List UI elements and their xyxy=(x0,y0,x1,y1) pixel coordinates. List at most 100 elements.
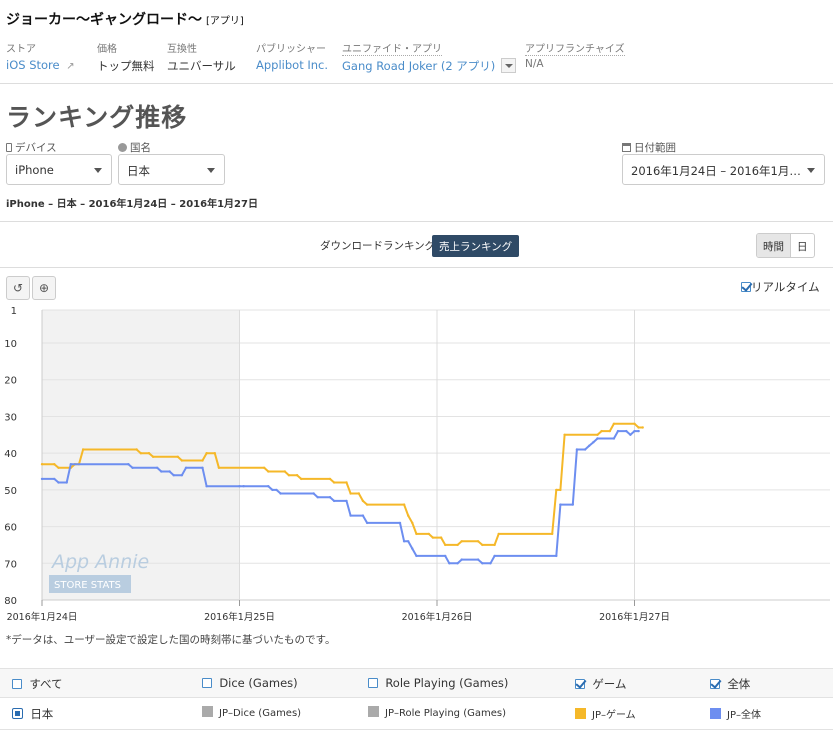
unified-app-name[interactable]: Gang Road Joker (2 アプリ) xyxy=(342,59,495,73)
y-tick-label: 1 xyxy=(11,306,17,317)
meta-price-value: トップ無料 xyxy=(97,59,155,73)
checkbox-icon[interactable] xyxy=(368,678,378,688)
series-point xyxy=(180,459,184,462)
y-tick-label: 70 xyxy=(4,559,17,570)
series-point xyxy=(365,503,369,506)
series-point xyxy=(448,562,451,565)
series-point xyxy=(81,448,85,451)
series-point xyxy=(481,543,484,547)
country-label: 国名 xyxy=(118,140,151,155)
y-tick-label: 50 xyxy=(4,486,17,497)
external-link-icon: ↗ xyxy=(66,61,75,72)
series-point xyxy=(263,466,266,469)
series-point xyxy=(40,477,44,481)
tab-download-ranking[interactable]: ダウンロードランキング xyxy=(320,238,435,253)
zoom-icon: ⊕ xyxy=(38,281,50,295)
app-title-text: ジョーカー～ギャングロード～ xyxy=(6,12,202,28)
legend-swatch xyxy=(710,708,721,719)
series-point xyxy=(53,463,56,466)
meta-franchise-value: N/A xyxy=(525,58,544,70)
series-point xyxy=(575,448,579,451)
country-select[interactable]: 日本 xyxy=(118,154,225,185)
legend-dice-toggle[interactable]: Dice (Games) xyxy=(202,676,298,690)
legend-dice-label: Dice (Games) xyxy=(219,676,298,690)
series-point xyxy=(205,485,208,488)
series-point xyxy=(168,470,171,473)
zoom-button[interactable]: ⊕ xyxy=(32,276,56,300)
device-select-value: iPhone xyxy=(15,163,54,177)
legend-item-label: JP–ゲーム xyxy=(592,710,636,721)
globe-icon xyxy=(118,143,127,152)
x-tick-label: 2016年1月26日 xyxy=(402,611,473,623)
hour-button[interactable]: 時間 xyxy=(757,234,791,257)
date-range-select[interactable]: 2016年1月24日 – 2016年1月… xyxy=(622,154,825,185)
series-point xyxy=(596,433,599,436)
series-point xyxy=(156,466,159,469)
legend-item-game[interactable]: JP–ゲーム xyxy=(575,706,636,721)
meta-compat-value: ユニバーサル xyxy=(167,59,236,73)
checkbox-checked-icon[interactable] xyxy=(575,679,585,689)
series-point xyxy=(283,470,286,473)
legend-item-roleplaying[interactable]: JP–Role Playing (Games) xyxy=(368,706,506,719)
legend-all-toggle[interactable]: すべて xyxy=(12,676,63,692)
device-label-text: デバイス xyxy=(15,142,57,154)
series-point xyxy=(242,485,245,488)
series-point xyxy=(411,521,414,525)
calendar-icon xyxy=(622,143,631,152)
y-tick-label: 30 xyxy=(4,412,17,423)
meta-store-label: ストア xyxy=(6,44,36,55)
realtime-checkbox[interactable]: リアルタイム xyxy=(741,279,820,295)
series-point xyxy=(439,536,443,539)
tab-sales-ranking[interactable]: 売上ランキング xyxy=(432,235,520,257)
meta-price-label: 価格 xyxy=(97,44,117,55)
series-point xyxy=(57,466,60,469)
series-point xyxy=(563,433,566,436)
checkbox-icon[interactable] xyxy=(202,678,212,688)
meta-unified-label: ユニファイド・アプリ xyxy=(342,40,442,56)
legend-roleplaying-toggle[interactable]: Role Playing (Games) xyxy=(368,676,508,690)
reset-zoom-button[interactable]: ↺ xyxy=(6,276,30,300)
legend-overall-toggle[interactable]: 全体 xyxy=(710,676,750,692)
device-select[interactable]: iPhone xyxy=(6,154,112,185)
checkbox-checked-icon[interactable] xyxy=(710,679,720,689)
day-button[interactable]: 日 xyxy=(791,234,814,257)
series-point xyxy=(300,477,303,481)
series-point xyxy=(312,492,315,495)
series-point xyxy=(493,543,496,547)
series-point xyxy=(411,547,414,550)
series-point xyxy=(415,532,418,536)
series-point xyxy=(444,554,447,558)
meta-franchise-label: アプリフランチャイズ xyxy=(525,40,625,56)
series-point xyxy=(427,532,430,536)
checkbox-icon[interactable] xyxy=(12,679,22,689)
checkbox-checked-icon[interactable] xyxy=(741,282,751,292)
meta-unified-link[interactable]: Gang Road Joker (2 アプリ) xyxy=(342,58,516,74)
series-point xyxy=(460,540,463,543)
legend-item-overall[interactable]: JP–全体 xyxy=(710,706,761,721)
meta-store-link[interactable]: iOS Store ↗ xyxy=(6,58,75,72)
series-point xyxy=(481,562,484,565)
y-tick-label: 60 xyxy=(4,523,17,534)
x-tick-label: 2016年1月24日 xyxy=(7,611,78,623)
legend-game-toggle[interactable]: ゲーム xyxy=(575,676,626,692)
series-point xyxy=(592,441,595,444)
series-point xyxy=(160,470,163,473)
app-title: ジョーカー～ギャングロード～ [アプリ] xyxy=(6,9,244,29)
series-point xyxy=(135,448,138,451)
date-label-text: 日付範囲 xyxy=(634,142,676,154)
meta-publisher-link[interactable]: Applibot Inc. xyxy=(256,58,328,72)
store-name[interactable]: iOS Store xyxy=(6,58,60,72)
chart-subtitle: iPhone – 日本 – 2016年1月24日 – 2016年1月27日 xyxy=(6,199,258,210)
series-point xyxy=(361,514,365,517)
legend-country-row[interactable]: 日本 xyxy=(12,706,53,722)
dropdown-icon[interactable] xyxy=(500,58,516,73)
series-point xyxy=(407,540,410,543)
series-point xyxy=(127,463,130,466)
series-point xyxy=(444,543,447,547)
checkbox-partial-icon[interactable] xyxy=(12,708,23,719)
series-point xyxy=(476,540,480,543)
series-point xyxy=(641,426,644,429)
legend-item-dice[interactable]: JP–Dice (Games) xyxy=(202,706,301,719)
x-tick-label: 2016年1月27日 xyxy=(599,611,670,623)
series-point xyxy=(332,481,336,484)
